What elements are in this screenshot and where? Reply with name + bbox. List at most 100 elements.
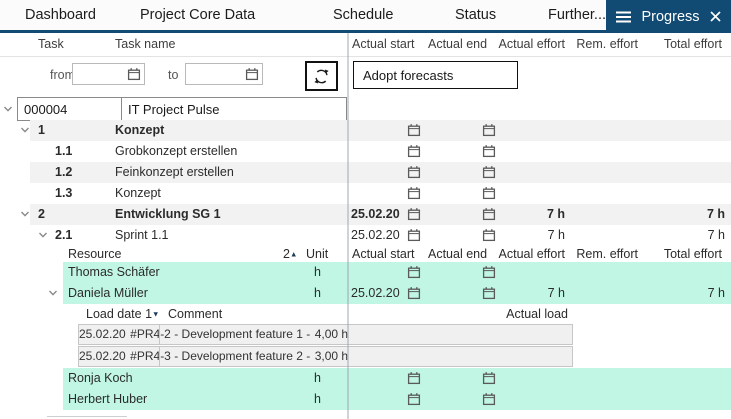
task-row[interactable]: 1 Konzept (0, 120, 731, 141)
res-col-actual-start[interactable]: Actual start (352, 246, 415, 262)
load-date-column-header[interactable]: Load date 1▼ (86, 304, 159, 324)
project-id: 000004 (24, 102, 67, 117)
calendar-icon[interactable] (407, 265, 421, 279)
task-number: 2 (38, 204, 45, 225)
resource-row[interactable]: Herbert Huber h (0, 389, 731, 410)
task-row[interactable]: 1.3 Konzept (0, 183, 731, 204)
res-col-actual-end[interactable]: Actual end (428, 246, 487, 262)
load-date: 25.02.20 (79, 349, 126, 363)
load-header-row: Load date 1▼ Comment Actual load (0, 304, 731, 324)
actual-effort-value: 7 h (548, 225, 565, 246)
tab-dashboard[interactable]: Dashboard (25, 0, 96, 30)
calendar-icon[interactable] (407, 165, 421, 179)
col-header-actual-effort[interactable]: Actual effort (499, 33, 565, 56)
chevron-down-icon[interactable] (20, 210, 30, 218)
next-row-edge (47, 416, 127, 417)
total-effort-value: 7 h (708, 283, 725, 304)
resource-sort-indicator[interactable]: 2▲ (283, 246, 297, 262)
unit-column-header[interactable]: Unit (306, 246, 328, 262)
col-header-task[interactable]: Task (38, 33, 64, 56)
resource-unit: h (314, 283, 321, 304)
project-name-field[interactable]: IT Project Pulse (121, 97, 347, 121)
resource-row[interactable]: Daniela Müller h 25.02.20 7 h 7 h (0, 283, 731, 304)
chevron-down-icon[interactable] (3, 105, 13, 113)
res-col-total-effort[interactable]: Total effort (664, 246, 722, 262)
calendar-icon[interactable] (245, 67, 259, 81)
calendar-icon[interactable] (482, 207, 496, 221)
to-date-input[interactable] (185, 63, 263, 85)
calendar-icon[interactable] (407, 144, 421, 158)
task-number: 2.1 (55, 225, 72, 246)
calendar-icon[interactable] (482, 165, 496, 179)
tab-project-core-data[interactable]: Project Core Data (140, 0, 255, 30)
load-row[interactable]: 25.02.20 #PR4-2 - Development feature 1 … (78, 324, 573, 345)
total-effort-value: 7 h (708, 225, 725, 246)
row-highlight (63, 262, 731, 283)
calendar-icon[interactable] (482, 265, 496, 279)
task-row[interactable]: 1.2 Feinkonzept erstellen (0, 162, 731, 183)
calendar-icon[interactable] (482, 186, 496, 200)
calendar-icon[interactable] (127, 67, 141, 81)
resource-row[interactable]: Thomas Schäfer h (0, 262, 731, 283)
tab-further[interactable]: Further... (548, 0, 606, 30)
calendar-icon[interactable] (407, 186, 421, 200)
resource-name: Thomas Schäfer (68, 262, 160, 283)
resource-unit: h (314, 368, 321, 389)
to-label: to (168, 64, 178, 86)
resource-column-header[interactable]: Resource (68, 246, 122, 262)
from-date-input[interactable] (72, 63, 145, 85)
tab-progress[interactable]: Progress (606, 0, 731, 33)
refresh-icon (312, 67, 331, 86)
tab-status[interactable]: Status (455, 0, 496, 30)
menu-icon[interactable] (616, 11, 631, 23)
task-row[interactable]: 2 Entwicklung SG 1 25.02.20 7 h 7 h (0, 204, 731, 225)
calendar-icon[interactable] (407, 228, 421, 242)
adopt-forecasts-button[interactable]: Adopt forecasts (353, 61, 518, 89)
total-effort-value: 7 h (707, 204, 725, 225)
actual-effort-value: 7 h (547, 204, 565, 225)
res-col-rem-effort[interactable]: Rem. effort (576, 246, 638, 262)
calendar-icon[interactable] (482, 392, 496, 406)
task-number: 1.3 (55, 183, 72, 204)
resource-row[interactable]: Ronja Koch h (0, 368, 731, 389)
col-header-actual-end[interactable]: Actual end (428, 33, 487, 56)
resource-name: Daniela Müller (68, 283, 148, 304)
calendar-icon[interactable] (482, 228, 496, 242)
chevron-down-icon[interactable] (48, 289, 58, 297)
cell-divider (159, 325, 160, 344)
tab-schedule[interactable]: Schedule (333, 0, 393, 30)
calendar-icon[interactable] (482, 123, 496, 137)
chevron-down-icon[interactable] (20, 126, 30, 134)
refresh-button[interactable] (305, 61, 338, 91)
sort-desc-icon: ▼ (152, 310, 159, 319)
load-row[interactable]: 25.02.20 #PR4-3 - Development feature 2 … (78, 346, 573, 367)
task-row[interactable]: 2.1 Sprint 1.1 25.02.20 7 h 7 h (0, 225, 731, 246)
task-name: Entwicklung SG 1 (115, 204, 221, 225)
col-header-task-name[interactable]: Task name (115, 33, 175, 56)
res-col-actual-effort[interactable]: Actual effort (499, 246, 565, 262)
chevron-down-icon[interactable] (38, 231, 48, 239)
actual-load-value: 4,00 h (315, 327, 348, 341)
calendar-icon[interactable] (407, 123, 421, 137)
actual-load-value: 3,00 h (315, 349, 348, 363)
calendar-icon[interactable] (407, 286, 421, 300)
calendar-icon[interactable] (407, 371, 421, 385)
col-header-actual-start[interactable]: Actual start (352, 33, 415, 56)
calendar-icon[interactable] (482, 286, 496, 300)
calendar-icon[interactable] (482, 144, 496, 158)
col-header-rem-effort[interactable]: Rem. effort (576, 33, 638, 56)
resource-unit: h (314, 389, 321, 410)
comment-column-header[interactable]: Comment (168, 304, 222, 324)
project-name: IT Project Pulse (128, 102, 220, 117)
col-header-total-effort[interactable]: Total effort (664, 33, 722, 56)
actual-load-column-header[interactable]: Actual load (506, 304, 568, 324)
calendar-icon[interactable] (407, 207, 421, 221)
task-row[interactable]: 1.1 Grobkonzept erstellen (0, 141, 731, 162)
project-id-field[interactable]: 000004 (17, 97, 122, 121)
calendar-icon[interactable] (407, 392, 421, 406)
close-icon[interactable] (710, 11, 721, 22)
row-highlight (63, 368, 731, 389)
actual-effort-value: 7 h (548, 283, 565, 304)
calendar-icon[interactable] (482, 371, 496, 385)
load-date: 25.02.20 (79, 327, 126, 341)
